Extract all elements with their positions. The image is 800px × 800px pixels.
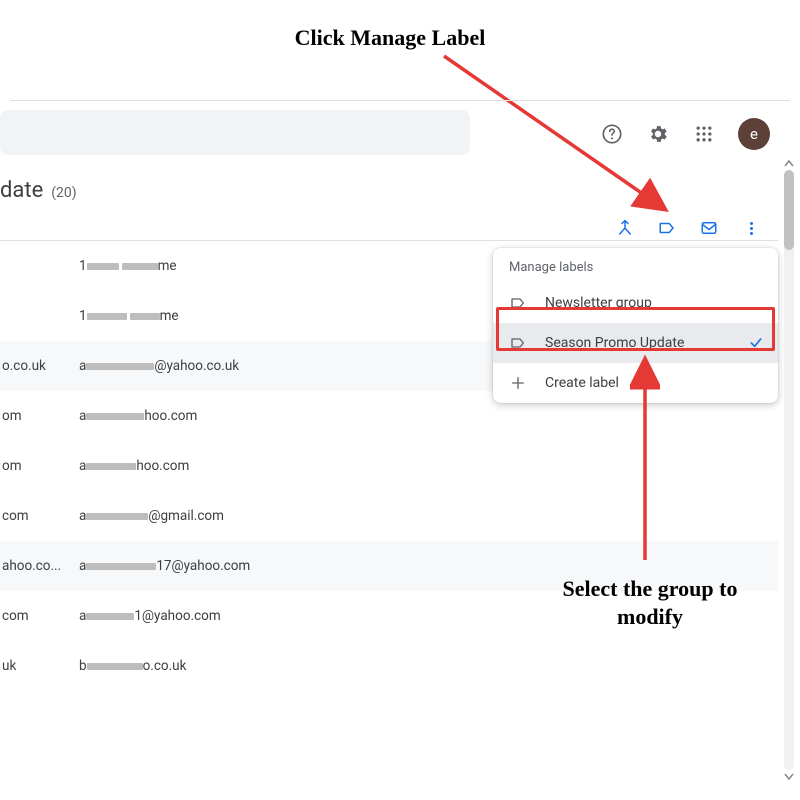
row-domain: uk (0, 658, 75, 674)
popup-title: Manage labels (493, 248, 778, 283)
label-item-newsletter[interactable]: Newsletter group (493, 283, 778, 323)
plus-icon (509, 374, 527, 392)
merge-icon[interactable] (615, 218, 635, 238)
title-count: (20) (51, 185, 76, 201)
create-label-text: Create label (545, 375, 619, 391)
row-domain: om (0, 458, 75, 474)
header-divider (10, 100, 790, 101)
contact-actions (615, 218, 761, 238)
scrollbar-up-icon[interactable] (783, 158, 795, 170)
row-domain: com (0, 508, 75, 524)
row-email: a@yahoo.co.uk (75, 358, 239, 374)
title-text: date (0, 178, 43, 203)
annotation-top: Click Manage Label (260, 24, 520, 52)
row-email: 1me (75, 258, 177, 274)
row-email: a@gmail.com (75, 508, 224, 524)
page-title: date (20) (0, 178, 77, 203)
annotation-bottom: Select the group to modify (540, 575, 760, 630)
row-email: a17@yahoo.com (75, 558, 250, 574)
row-email: ahoo.com (75, 458, 189, 474)
table-row[interactable]: omahoo.com (0, 441, 778, 491)
table-row[interactable]: coma@gmail.com (0, 491, 778, 541)
manage-labels-popup: Manage labels Newsletter group Season Pr… (493, 248, 778, 403)
row-domain: om (0, 408, 75, 424)
label-icon[interactable] (657, 218, 677, 238)
row-domain: com (0, 608, 75, 624)
row-email: a1@yahoo.com (75, 608, 221, 624)
create-label-item[interactable]: Create label (493, 363, 778, 403)
label-item-text: Season Promo Update (545, 335, 684, 351)
row-email: 1me (75, 308, 179, 324)
row-email: bo.co.uk (75, 658, 186, 674)
more-dots-icon[interactable] (741, 218, 761, 238)
scrollbar-down-icon[interactable] (783, 770, 795, 782)
label-item-season-promo[interactable]: Season Promo Update (493, 323, 778, 363)
header-icons: e (600, 118, 770, 150)
table-row[interactable]: ukbo.co.uk (0, 641, 778, 691)
gear-icon[interactable] (646, 122, 670, 146)
row-domain: ahoo.co... (0, 558, 75, 574)
check-icon (748, 335, 764, 351)
row-email: ahoo.com (75, 408, 197, 424)
mail-icon[interactable] (699, 218, 719, 238)
search-input[interactable] (0, 110, 470, 155)
scrollbar-track[interactable] (784, 170, 794, 770)
help-icon[interactable] (600, 122, 624, 146)
avatar[interactable]: e (738, 118, 770, 150)
label-icon (509, 334, 527, 352)
scrollbar-thumb[interactable] (784, 170, 794, 250)
apps-grid-icon[interactable] (692, 122, 716, 146)
label-item-text: Newsletter group (545, 295, 652, 311)
label-icon (509, 294, 527, 312)
row-domain: o.co.uk (0, 358, 75, 374)
